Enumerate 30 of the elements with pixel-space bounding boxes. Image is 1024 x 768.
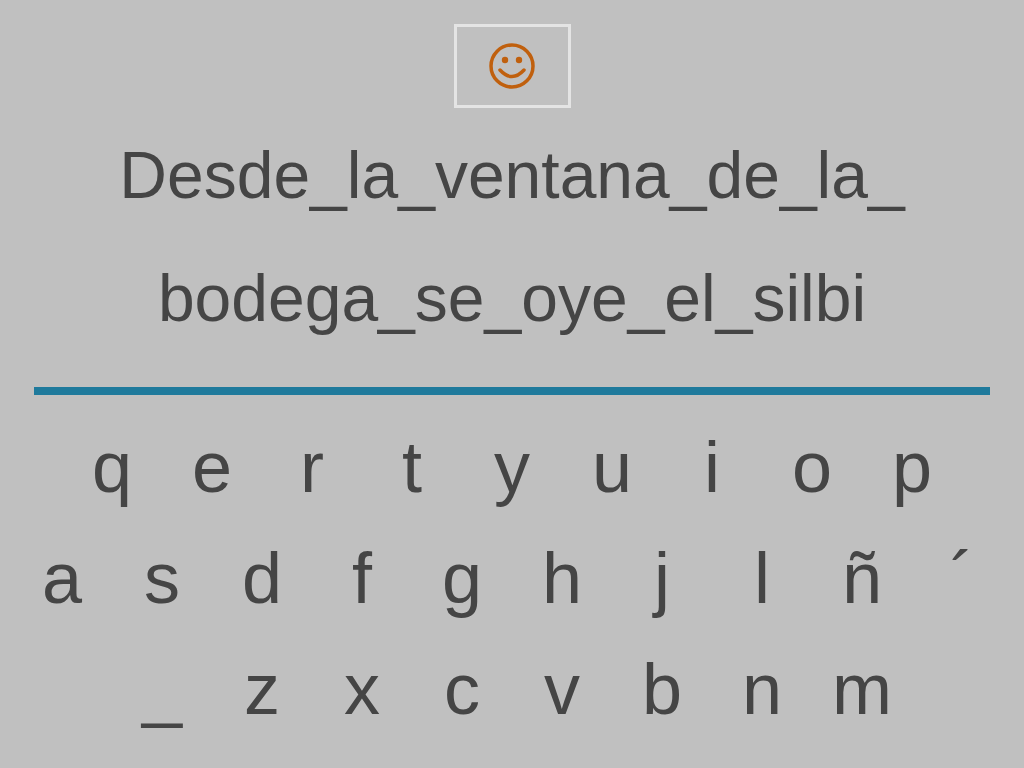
letter-key[interactable]: m: [812, 643, 912, 734]
letter-key[interactable]: t: [362, 421, 462, 512]
letter-key[interactable]: j: [612, 532, 712, 623]
letter-key[interactable]: v: [512, 643, 612, 734]
letter-key[interactable]: x: [312, 643, 412, 734]
letter-key[interactable]: q: [62, 421, 162, 512]
letter-key[interactable]: g: [412, 532, 512, 623]
letter-key[interactable]: b: [612, 643, 712, 734]
smiley-icon: [487, 41, 537, 91]
letter-key[interactable]: n: [712, 643, 812, 734]
letter-key[interactable]: z: [212, 643, 312, 734]
letter-key[interactable]: l: [712, 532, 812, 623]
letter-key[interactable]: u: [562, 421, 662, 512]
letter-key[interactable]: o: [762, 421, 862, 512]
letter-key[interactable]: c: [412, 643, 512, 734]
letter-key[interactable]: d: [212, 532, 312, 623]
letter-key[interactable]: _: [112, 643, 212, 734]
letter-key[interactable]: e: [162, 421, 262, 512]
letter-key[interactable]: h: [512, 532, 612, 623]
sentence-text: bodega_se_oye_el_silbi: [157, 260, 867, 337]
letter-key[interactable]: r: [262, 421, 362, 512]
letter-key[interactable]: ñ: [812, 532, 912, 623]
sentence-text: Desde_la_ventana_de_la_: [119, 137, 905, 214]
letter-key[interactable]: y: [462, 421, 562, 512]
letter-key[interactable]: p: [862, 421, 962, 512]
letter-key[interactable]: a: [12, 532, 112, 623]
letter-key[interactable]: ´: [912, 532, 1012, 623]
letter-key[interactable]: f: [312, 532, 412, 623]
letter-key[interactable]: i: [662, 421, 762, 512]
letter-key[interactable]: s: [112, 532, 212, 623]
